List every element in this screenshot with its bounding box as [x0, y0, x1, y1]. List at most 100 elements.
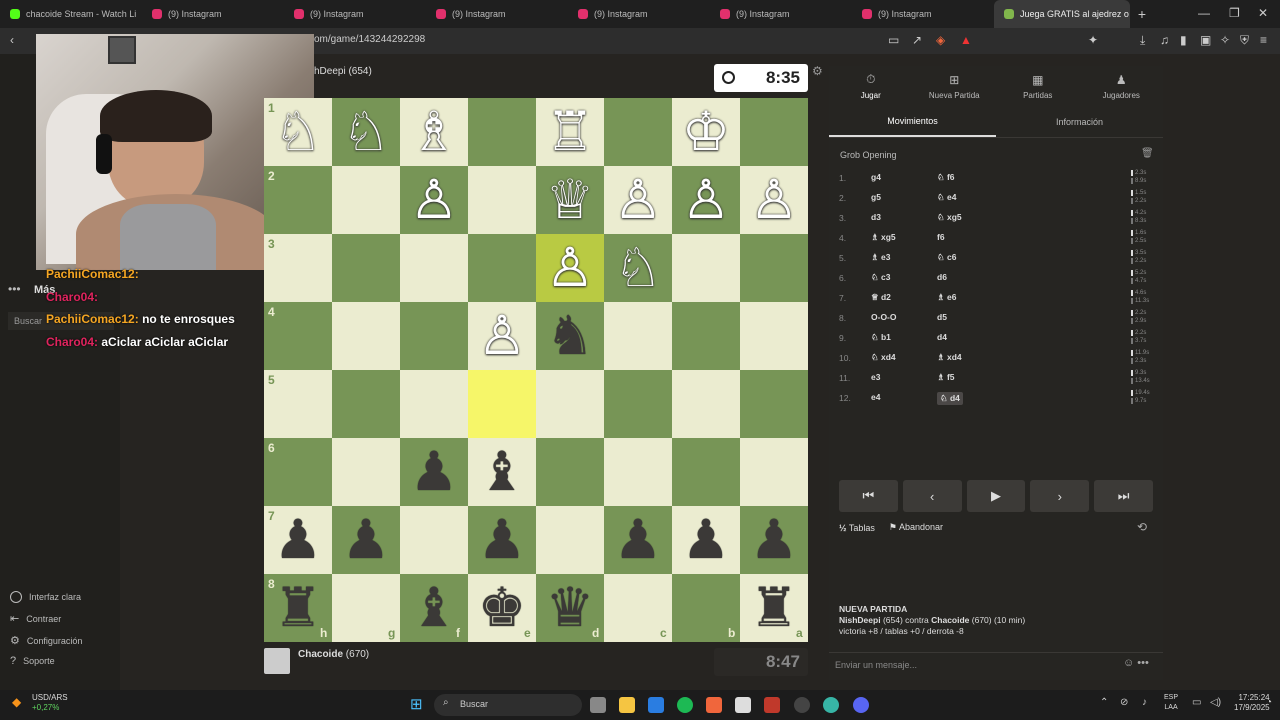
black-move[interactable]: ♘ d4 — [937, 392, 963, 405]
black-piece-icon[interactable]: ♝ — [400, 574, 468, 642]
browser-tab[interactable]: Juega GRATIS al ajedrez o✕ — [994, 0, 1130, 28]
mic-icon[interactable]: ♪ — [1142, 697, 1147, 708]
black-piece-icon[interactable]: ♞ — [536, 302, 604, 370]
board-square[interactable] — [536, 506, 604, 574]
file-explorer-icon[interactable] — [619, 697, 635, 713]
board-square[interactable] — [332, 234, 400, 302]
white-move[interactable]: g4 — [871, 172, 881, 182]
brave-shield-icon[interactable]: ◈ — [936, 33, 945, 47]
black-move[interactable]: ♘ c6 — [937, 252, 956, 263]
board-square[interactable] — [672, 370, 740, 438]
last-move-button[interactable]: ⏭ — [1094, 480, 1153, 512]
browser-tab[interactable]: (9) Instagram — [142, 0, 284, 28]
white-piece-icon[interactable]: ♕ — [536, 166, 604, 234]
nav-settings[interactable]: ⚙ Configuración — [10, 634, 82, 647]
board-square[interactable] — [740, 438, 808, 506]
white-piece-icon[interactable]: ♘ — [264, 98, 332, 166]
black-move[interactable]: ♘ e4 — [937, 192, 956, 203]
nav-support[interactable]: ? Soporte — [10, 655, 55, 667]
chess-board[interactable]: 1 2 3 4 5 6 7 8 h g f e d c b a ♘ ♘ ♗ ♖ ♔ ♙ ♕ ♙ ♙ ♙ ♙ ♘ ♙ ♞ ♟ ♝ ♟ ♟ ♟ ♟ ♟ ♟ ♜ ♝… — [264, 98, 808, 642]
white-piece-icon[interactable]: ♙ — [400, 166, 468, 234]
nav-collapse[interactable]: ⇤ Contraer — [10, 612, 61, 625]
board-square[interactable] — [604, 370, 672, 438]
app-icon[interactable] — [764, 697, 780, 713]
board-square[interactable] — [468, 370, 536, 438]
white-piece-icon[interactable]: ♙ — [672, 166, 740, 234]
network-icon[interactable]: ⊘ — [1120, 697, 1128, 708]
black-move[interactable]: d5 — [937, 312, 947, 322]
black-move[interactable]: ♗ f5 — [937, 372, 955, 383]
music-icon[interactable]: ♫ — [1160, 33, 1169, 47]
board-square[interactable] — [400, 302, 468, 370]
black-piece-icon[interactable]: ♟ — [400, 438, 468, 506]
taskbar-search[interactable]: Buscar — [434, 694, 582, 716]
board-square[interactable] — [740, 234, 808, 302]
white-move[interactable]: ♕ d2 — [871, 292, 891, 303]
notification-icon[interactable]: ◔ — [1266, 697, 1272, 708]
white-move[interactable]: g5 — [871, 192, 881, 202]
board-square[interactable] — [604, 302, 672, 370]
white-move[interactable]: d3 — [871, 212, 881, 222]
browser-tab[interactable]: chacoide Stream - Watch Li — [0, 0, 142, 28]
white-piece-icon[interactable]: ♙ — [536, 234, 604, 302]
minimize-icon[interactable]: — — [1198, 6, 1210, 20]
back-icon[interactable]: ‹ — [10, 33, 14, 47]
resign-button[interactable]: ⚑ Abandonar — [889, 522, 943, 533]
black-piece-icon[interactable]: ♜ — [264, 574, 332, 642]
black-piece-icon[interactable]: ♝ — [468, 438, 536, 506]
prev-move-button[interactable]: ‹ — [902, 480, 962, 512]
board-square[interactable] — [468, 234, 536, 302]
play-button[interactable]: ▶ — [966, 480, 1026, 512]
white-move[interactable]: ♗ e3 — [871, 252, 890, 263]
board-square[interactable] — [332, 438, 400, 506]
calculator-icon[interactable] — [735, 697, 751, 713]
tab-moves[interactable]: Movimientos — [829, 106, 996, 137]
black-piece-icon[interactable]: ♟ — [740, 506, 808, 574]
menu-icon[interactable]: ≡ — [1260, 33, 1267, 47]
white-piece-icon[interactable]: ♖ — [536, 98, 604, 166]
close-window-icon[interactable]: ✕ — [1258, 6, 1268, 20]
white-move[interactable]: ♘ b1 — [871, 332, 891, 343]
board-square[interactable] — [468, 166, 536, 234]
brave-icon[interactable] — [706, 697, 722, 713]
black-move[interactable]: d4 — [937, 332, 947, 342]
black-piece-icon[interactable]: ♜ — [740, 574, 808, 642]
board-square[interactable] — [740, 98, 808, 166]
white-piece-icon[interactable]: ♙ — [740, 166, 808, 234]
display-icon[interactable]: ▭ — [1192, 697, 1201, 708]
black-piece-icon[interactable]: ♟ — [468, 506, 536, 574]
white-piece-icon[interactable]: ♔ — [672, 98, 740, 166]
spotify-icon[interactable] — [677, 697, 693, 713]
white-piece-icon[interactable]: ♙ — [604, 166, 672, 234]
panel-tab[interactable]: ⏱ Jugar — [829, 66, 913, 106]
brave-rewards-icon[interactable]: ▲ — [960, 33, 972, 47]
board-square[interactable] — [536, 438, 604, 506]
currency-ticker[interactable]: USD/ARS +0,27% — [32, 693, 68, 713]
tab-info[interactable]: Información — [996, 106, 1163, 137]
tray-chevron-icon[interactable]: ⌃ — [1100, 697, 1108, 708]
board-square[interactable] — [400, 506, 468, 574]
board-square[interactable] — [332, 370, 400, 438]
top-player-name[interactable]: hDeepi (654) — [314, 66, 372, 77]
browser-tab[interactable]: (9) Instagram — [284, 0, 426, 28]
board-square[interactable] — [332, 302, 400, 370]
board-square[interactable] — [672, 438, 740, 506]
more-icon[interactable]: ••• — [8, 282, 21, 296]
white-piece-icon[interactable]: ♗ — [400, 98, 468, 166]
board-square[interactable] — [740, 302, 808, 370]
white-piece-icon[interactable]: ♘ — [604, 234, 672, 302]
white-piece-icon[interactable]: ♘ — [332, 98, 400, 166]
draw-button[interactable]: ½ Tablas — [839, 523, 875, 533]
share-icon[interactable]: ↗ — [912, 33, 922, 47]
bing-icon[interactable] — [648, 697, 664, 713]
black-piece-icon[interactable]: ♟ — [332, 506, 400, 574]
discord-icon[interactable] — [853, 697, 869, 713]
sidebar-icon[interactable]: ▮ — [1180, 33, 1187, 47]
emoji-icon[interactable]: ☺ ••• — [1123, 657, 1149, 669]
browser-tab[interactable]: (9) Instagram — [426, 0, 568, 28]
browser-tab[interactable]: (9) Instagram — [852, 0, 994, 28]
board-square[interactable] — [604, 98, 672, 166]
black-piece-icon[interactable]: ♛ — [536, 574, 604, 642]
panel-tab[interactable]: ♟ Jugadores — [1080, 66, 1164, 106]
black-piece-icon[interactable]: ♚ — [468, 574, 536, 642]
